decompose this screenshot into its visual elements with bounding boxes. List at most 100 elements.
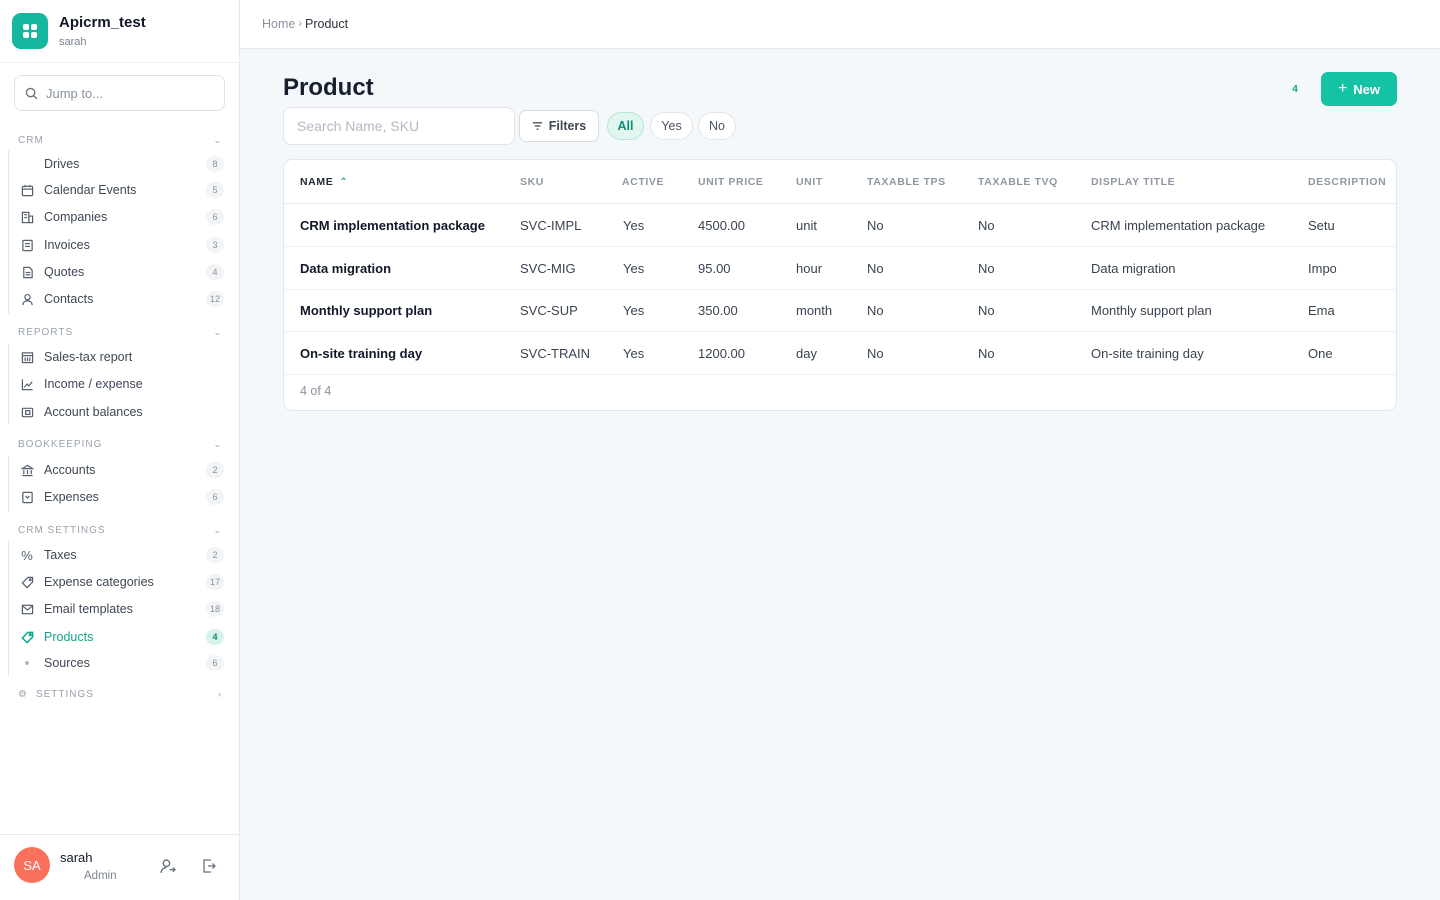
filter-pill-all[interactable]: All xyxy=(607,112,644,140)
section-reports[interactable]: REPORTS ⌄ xyxy=(18,325,222,339)
sidebar-item-calendar-events[interactable]: Calendar Events 5 xyxy=(8,177,224,203)
column-header-taxable-tvq[interactable]: TAXABLE TVQ xyxy=(978,176,1058,188)
new-product-button[interactable]: + New xyxy=(1321,72,1397,106)
table-row[interactable]: On-site training day SVC-TRAIN Yes 1200.… xyxy=(284,332,1396,375)
sidebar-item-label: Accounts xyxy=(44,463,96,477)
filter-icon xyxy=(532,121,543,131)
tag-icon xyxy=(19,629,35,645)
sidebar-item-label: Contacts xyxy=(44,292,94,306)
user-name: sarah xyxy=(60,850,93,865)
sidebar-item-invoices[interactable]: Invoices 3 xyxy=(8,232,224,258)
sidebar-item-expense-categories[interactable]: Expense categories 17 xyxy=(8,569,224,595)
sidebar-item-email-templates[interactable]: Email templates 18 xyxy=(8,596,224,622)
sidebar: Apicrm_test sarah CRM ⌄ Drives 8 Calenda… xyxy=(0,0,240,900)
cell-sku: SVC-TRAIN xyxy=(520,346,591,361)
count-badge: 8 xyxy=(206,156,224,172)
cell-taxable-tps: No xyxy=(867,261,884,276)
chevron-down-icon: ⌄ xyxy=(213,326,222,337)
section-crm-label: CRM xyxy=(18,134,44,146)
table-row[interactable]: Data migration SVC-MIG Yes 95.00 hour No… xyxy=(284,247,1396,290)
count-badge: 18 xyxy=(205,601,224,617)
column-header-unit[interactable]: UNIT xyxy=(796,176,823,188)
chevron-down-icon: ⌄ xyxy=(213,524,222,535)
sidebar-item-income-expense[interactable]: Income / expense xyxy=(8,371,224,397)
brand-header[interactable]: Apicrm_test sarah xyxy=(0,0,239,63)
count-badge: 17 xyxy=(205,574,224,590)
sidebar-item-sources[interactable]: Sources 6 xyxy=(8,650,224,676)
cell-sku: SVC-SUP xyxy=(520,303,578,318)
section-bookkeeping[interactable]: BOOKKEEPING ⌄ xyxy=(18,437,222,451)
filters-button[interactable]: Filters xyxy=(519,110,599,142)
count-badge: 12 xyxy=(205,291,224,307)
sidebar-item-drives[interactable]: Drives 8 xyxy=(8,151,224,177)
sidebar-item-label: Quotes xyxy=(44,265,85,279)
column-header-sku[interactable]: SKU xyxy=(520,176,544,188)
section-reports-label: REPORTS xyxy=(18,326,74,338)
sidebar-item-quotes[interactable]: Quotes 4 xyxy=(8,259,224,285)
table-row[interactable]: Monthly support plan SVC-SUP Yes 350.00 … xyxy=(284,289,1396,332)
count-badge: 2 xyxy=(206,547,224,563)
pagination-summary: 4 of 4 xyxy=(300,384,332,398)
logout-button[interactable] xyxy=(199,856,219,876)
sidebar-item-products[interactable]: Products 4 xyxy=(8,624,224,650)
user-switch-icon xyxy=(159,858,176,873)
gear-icon: ⚙ xyxy=(18,688,28,700)
table-header: NAME ⌃ SKU ACTIVE UNIT PRICE UNIT TAXABLE… xyxy=(284,160,1396,204)
cell-active: Yes xyxy=(623,218,645,233)
cell-unit: unit xyxy=(796,218,817,233)
sidebar-item-sales-tax-report[interactable]: Sales-tax report xyxy=(8,344,224,370)
sidebar-item-companies[interactable]: Companies 6 xyxy=(8,204,224,230)
cell-description: Setu xyxy=(1308,218,1335,233)
jump-to-input[interactable] xyxy=(46,85,206,101)
sidebar-item-label: Account balances xyxy=(44,405,143,419)
count-badge: 6 xyxy=(206,489,224,505)
avatar[interactable]: SA xyxy=(14,847,50,883)
cell-active: Yes xyxy=(623,346,645,361)
cell-taxable-tvq: No xyxy=(978,303,995,318)
search-input[interactable] xyxy=(283,107,515,145)
sidebar-item-account-balances[interactable]: Account balances xyxy=(8,399,224,425)
cell-taxable-tvq: No xyxy=(978,261,995,276)
person-icon xyxy=(19,291,35,307)
section-crm-settings[interactable]: CRM SETTINGS ⌄ xyxy=(18,523,222,537)
receipt-icon xyxy=(19,489,35,505)
column-header-name[interactable]: NAME ⌃ xyxy=(300,176,348,188)
cell-unit-price: 1200.00 xyxy=(698,346,745,361)
sidebar-item-accounts[interactable]: Accounts 2 xyxy=(8,457,224,483)
count-badge: 2 xyxy=(206,462,224,478)
breadcrumb-home[interactable]: Home xyxy=(262,17,295,31)
sidebar-item-label: Products xyxy=(44,630,94,644)
column-header-unit-price[interactable]: UNIT PRICE xyxy=(698,176,764,188)
cell-unit-price: 350.00 xyxy=(698,303,738,318)
cell-display-title: Monthly support plan xyxy=(1091,303,1212,318)
jump-to-search[interactable] xyxy=(14,75,225,111)
cell-name: Monthly support plan xyxy=(300,303,433,318)
sidebar-item-contacts[interactable]: Contacts 12 xyxy=(8,286,224,312)
column-header-taxable-tps[interactable]: TAXABLE TPS xyxy=(867,176,946,188)
sidebar-item-label: Taxes xyxy=(44,548,77,562)
dot-icon xyxy=(19,655,35,671)
percent-icon: % xyxy=(21,547,33,563)
cell-taxable-tvq: No xyxy=(978,218,995,233)
cell-unit-price: 95.00 xyxy=(698,261,731,276)
column-header-active[interactable]: ACTIVE xyxy=(622,176,664,188)
calendar-icon xyxy=(19,182,35,198)
sidebar-item-expenses[interactable]: Expenses 6 xyxy=(8,484,224,510)
filter-pill-no[interactable]: No xyxy=(698,112,736,140)
section-settings-label: SETTINGS xyxy=(35,688,94,700)
count-badge: 4 xyxy=(206,264,224,280)
column-header-display-title[interactable]: DISPLAY TITLE xyxy=(1091,176,1175,188)
table-row[interactable]: CRM implementation package SVC-IMPL Yes … xyxy=(284,204,1396,247)
filters-label: Filters xyxy=(548,119,587,133)
column-header-description[interactable]: DESCRIPTION xyxy=(1308,176,1386,188)
filter-pill-yes[interactable]: Yes xyxy=(650,112,693,140)
section-crm[interactable]: CRM ⌄ xyxy=(18,133,222,147)
plus-icon: + xyxy=(1337,80,1348,97)
record-count-badge: 4 xyxy=(1292,83,1298,95)
cell-taxable-tps: No xyxy=(867,218,884,233)
drives-icon xyxy=(19,156,35,172)
sidebar-item-taxes[interactable]: % Taxes 2 xyxy=(8,542,224,568)
cell-taxable-tvq: No xyxy=(978,346,995,361)
profile-button[interactable] xyxy=(157,856,177,876)
section-settings[interactable]: ⚙ SETTINGS › xyxy=(18,687,222,701)
